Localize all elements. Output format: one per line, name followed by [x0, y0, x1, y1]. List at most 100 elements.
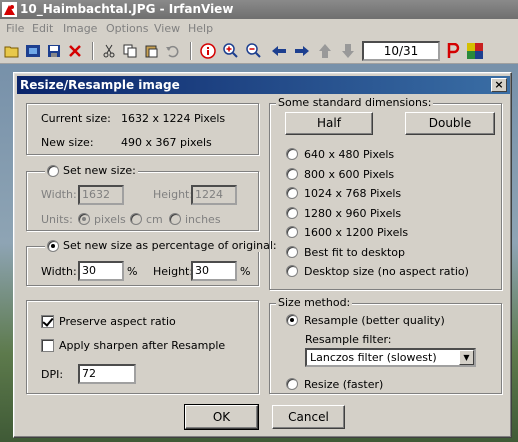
percent-width-label: Width:: [41, 265, 77, 278]
toolbar: [0, 38, 518, 64]
resample-label: Resample (better quality): [304, 314, 445, 327]
current-size-label: Current size:: [41, 112, 111, 125]
unit-cm-radio[interactable]: [130, 213, 142, 225]
cancel-button[interactable]: Cancel: [272, 405, 345, 429]
resize-label: Resize (faster): [304, 378, 384, 391]
dim-1600-radio[interactable]: [286, 226, 298, 238]
menu-edit[interactable]: Edit: [30, 19, 55, 38]
percent-height-field[interactable]: 30: [191, 261, 237, 281]
desktop-size-radio[interactable]: [286, 265, 298, 277]
save-icon[interactable]: [45, 42, 63, 60]
paste-icon[interactable]: [142, 42, 160, 60]
menu-bar: File Edit Image Options View Help: [0, 19, 518, 38]
standard-dimensions-legend: Some standard dimensions:: [276, 96, 434, 109]
thumbnails-icon[interactable]: [466, 42, 484, 60]
new-size-label: New size:: [41, 136, 94, 149]
next-arrow-icon[interactable]: [293, 42, 311, 60]
dim-1024-radio[interactable]: [286, 187, 298, 199]
dim-1280-label: 1280 x 960 Pixels: [304, 207, 402, 220]
size-method-legend: Size method:: [276, 296, 353, 309]
chevron-down-icon[interactable]: ▼: [459, 350, 474, 365]
irfanview-logo-icon: [2, 2, 17, 17]
set-new-size-radio[interactable]: [47, 164, 59, 177]
percentage-label: Set new size as percentage of original:: [63, 239, 277, 252]
percentage-radio[interactable]: [47, 239, 59, 252]
size-info-group: Current size: 1632 x 1224 Pixels New siz…: [26, 103, 259, 155]
best-fit-radio[interactable]: [286, 246, 298, 258]
apply-sharpen-checkbox[interactable]: [41, 339, 54, 352]
undo-icon[interactable]: [163, 42, 181, 60]
first-file-icon[interactable]: [316, 42, 334, 60]
resample-filter-select[interactable]: Lanczos filter (slowest) ▼: [305, 348, 476, 367]
double-button[interactable]: Double: [405, 112, 495, 135]
dpi-field[interactable]: 72: [78, 364, 136, 384]
dpi-label: DPI:: [41, 368, 64, 381]
set-new-size-label: Set new size:: [63, 164, 136, 177]
set-new-size-legend: Set new size:: [45, 164, 138, 177]
window-title: 10_Haimbachtal.JPG - IrfanView: [20, 2, 234, 16]
desktop-size-label: Desktop size (no aspect ratio): [304, 265, 469, 278]
unit-pixels-radio[interactable]: [78, 213, 90, 225]
cut-icon[interactable]: [100, 42, 118, 60]
unit-pixels-label: pixels: [94, 213, 126, 226]
open-folder-icon[interactable]: [3, 42, 21, 60]
resize-dialog: Resize/Resample image × Current size: 16…: [13, 72, 512, 438]
percent-height-unit: %: [240, 265, 251, 278]
standard-dimensions-group: Some standard dimensions: Half Double 64…: [269, 96, 502, 290]
set-new-size-group: Set new size: Width: 1632 Height: 1224 U…: [26, 164, 259, 231]
resample-radio[interactable]: [286, 314, 298, 326]
dialog-title-bar: Resize/Resample image: [17, 76, 510, 94]
dim-800-radio[interactable]: [286, 168, 298, 180]
resize-radio[interactable]: [286, 378, 298, 390]
menu-help[interactable]: Help: [186, 19, 215, 38]
slideshow-icon[interactable]: [24, 42, 42, 60]
width-label: Width:: [41, 188, 77, 201]
units-label: Units:: [41, 213, 73, 226]
height-field[interactable]: 1224: [191, 185, 237, 205]
unit-inches-radio[interactable]: [169, 213, 181, 225]
previous-arrow-icon[interactable]: [270, 42, 288, 60]
current-size-value: 1632 x 1224 Pixels: [121, 112, 226, 125]
print-p-icon[interactable]: [444, 42, 462, 60]
options-group: Preserve aspect ratio Apply sharpen afte…: [26, 300, 259, 394]
dim-640-label: 640 x 480 Pixels: [304, 148, 395, 161]
dim-1024-label: 1024 x 768 Pixels: [304, 187, 402, 200]
menu-view[interactable]: View: [152, 19, 182, 38]
percent-width-field[interactable]: 30: [78, 261, 124, 281]
page-counter: 10/31: [362, 41, 440, 61]
dialog-title: Resize/Resample image: [20, 78, 180, 92]
unit-inches-label: inches: [185, 213, 221, 226]
apply-sharpen-label: Apply sharpen after Resample: [59, 339, 226, 352]
half-button[interactable]: Half: [285, 112, 373, 135]
best-fit-label: Best fit to desktop: [304, 246, 406, 259]
unit-cm-label: cm: [146, 213, 163, 226]
preserve-aspect-label: Preserve aspect ratio: [59, 315, 176, 328]
zoom-in-icon[interactable]: [222, 42, 240, 60]
percent-width-unit: %: [127, 265, 138, 278]
dim-640-radio[interactable]: [286, 148, 298, 160]
new-size-value: 490 x 367 pixels: [121, 136, 212, 149]
info-icon[interactable]: [199, 42, 217, 60]
width-field[interactable]: 1632: [78, 185, 124, 205]
menu-file[interactable]: File: [4, 19, 26, 38]
ok-button[interactable]: OK: [184, 404, 259, 430]
delete-icon[interactable]: [66, 42, 84, 60]
percentage-legend: Set new size as percentage of original:: [45, 239, 279, 252]
menu-options[interactable]: Options: [104, 19, 150, 38]
percent-height-label: Height:: [153, 265, 194, 278]
zoom-out-icon[interactable]: [245, 42, 263, 60]
resample-filter-label: Resample filter:: [305, 333, 392, 346]
height-label: Height:: [153, 188, 194, 201]
dim-800-label: 800 x 600 Pixels: [304, 168, 395, 181]
percentage-group: Set new size as percentage of original: …: [26, 239, 279, 286]
preserve-aspect-checkbox[interactable]: [41, 315, 54, 328]
last-file-icon[interactable]: [339, 42, 357, 60]
dim-1600-label: 1600 x 1200 Pixels: [304, 226, 409, 239]
app-title-bar: 10_Haimbachtal.JPG - IrfanView: [0, 0, 518, 19]
menu-image[interactable]: Image: [61, 19, 99, 38]
dim-1280-radio[interactable]: [286, 207, 298, 219]
copy-icon[interactable]: [121, 42, 139, 60]
size-method-group: Size method: Resample (better quality) R…: [269, 296, 502, 394]
resample-filter-value: Lanczos filter (slowest): [310, 351, 437, 364]
close-button[interactable]: ×: [491, 78, 507, 92]
